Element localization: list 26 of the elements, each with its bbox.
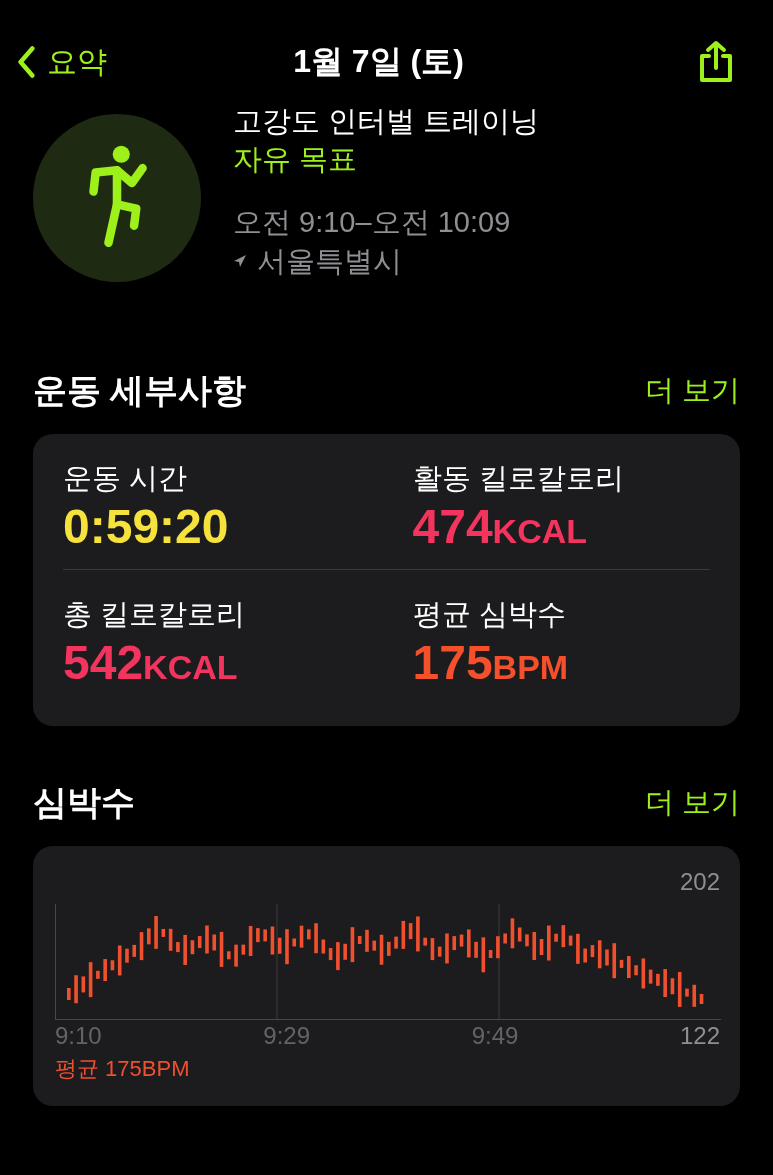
section-title: 심박수 bbox=[33, 782, 135, 823]
axis-label: 9:10 bbox=[55, 1022, 103, 1050]
time-range: 오전 9:10–오전 10:09 bbox=[233, 205, 512, 240]
metric-label: 총 킬로칼로리 bbox=[63, 596, 247, 632]
metric-value: 175BPM bbox=[412, 634, 570, 691]
average-heart-rate: 평균 175BPM bbox=[55, 1055, 191, 1083]
metric-value: 474KCAL bbox=[412, 499, 589, 555]
workout-name: 고강도 인터벌 트레이닝 bbox=[233, 104, 540, 139]
axis-label: 9:29 bbox=[263, 1022, 312, 1050]
location-arrow-icon bbox=[233, 254, 247, 268]
metric-value: 542KCAL bbox=[63, 634, 239, 691]
chevron-left-icon bbox=[17, 45, 35, 79]
workout-goal: 자유 목표 bbox=[233, 142, 359, 177]
metric-label: 운동 시간 bbox=[63, 461, 189, 496]
more-link[interactable]: 더 보기 bbox=[644, 783, 740, 823]
section-title: 운동 세부사항 bbox=[33, 370, 247, 411]
axis-label: 122 bbox=[679, 1022, 720, 1050]
location-name: 서울특별시 bbox=[257, 244, 402, 279]
metric-label: 활동 킬로칼로리 bbox=[412, 461, 625, 496]
more-link[interactable]: 더 보기 bbox=[644, 371, 740, 411]
metric-value: 0:59:20 bbox=[63, 499, 230, 555]
nav-title: 1월 7일 (토) bbox=[293, 42, 464, 81]
back-button[interactable]: 요약 bbox=[17, 41, 107, 83]
axis-label: 9:49 bbox=[471, 1022, 520, 1050]
axis-label: 202 bbox=[679, 868, 720, 897]
metric-label: 평균 심박수 bbox=[412, 596, 567, 632]
